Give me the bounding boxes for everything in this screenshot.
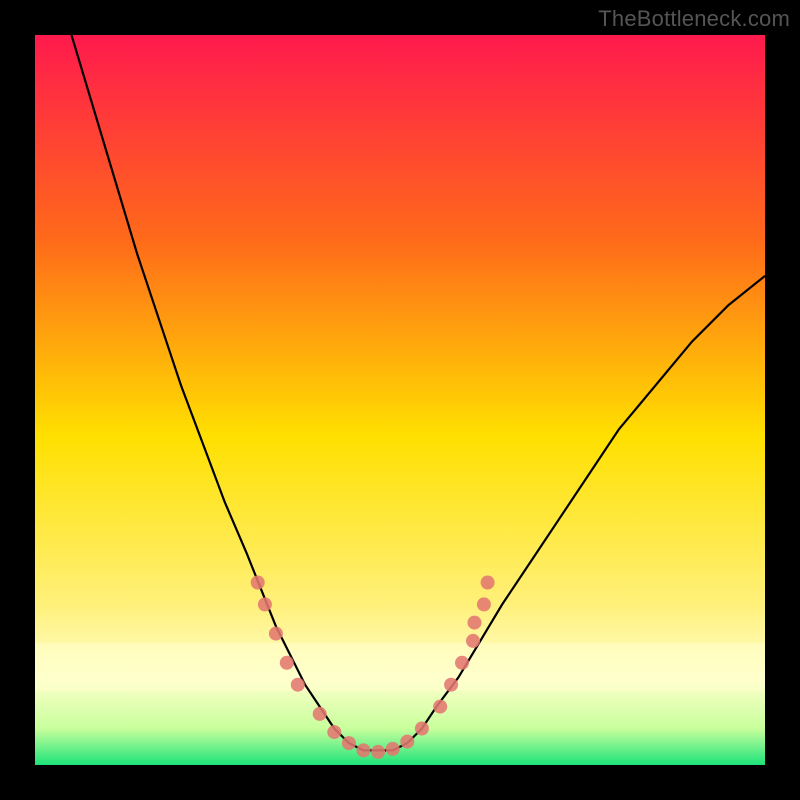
sample-point [433,700,447,714]
watermark-text: TheBottleneck.com [598,6,790,32]
sample-point [477,597,491,611]
sample-point [251,576,265,590]
sample-point [481,576,495,590]
sample-point [468,616,482,630]
bottleneck-chart [35,35,765,765]
sample-point [280,656,294,670]
sample-point [415,722,429,736]
sample-point [466,634,480,648]
sample-point [386,742,400,756]
sample-point [455,656,469,670]
sample-point [327,725,341,739]
sample-point [342,736,356,750]
plot-area [35,35,765,765]
sample-point [269,627,283,641]
sample-point [357,743,371,757]
sample-point [291,678,305,692]
sample-point [313,707,327,721]
chart-frame: TheBottleneck.com [0,0,800,800]
pale-band [35,643,765,691]
sample-point [371,745,385,759]
sample-point [444,678,458,692]
sample-point [258,597,272,611]
sample-point [400,735,414,749]
